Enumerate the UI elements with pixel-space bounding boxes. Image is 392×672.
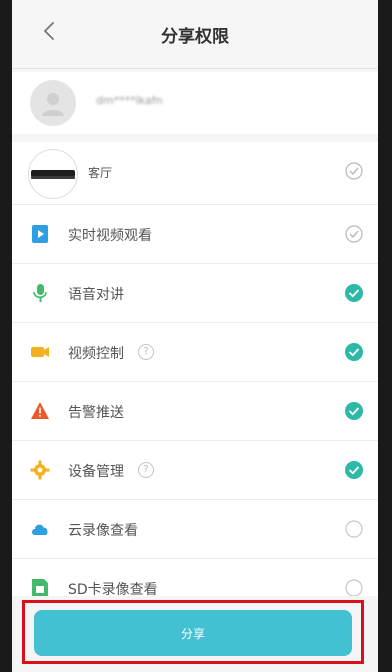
cloud-icon: [30, 519, 50, 539]
permission-checkbox[interactable]: [344, 519, 364, 539]
permission-row-cloud-recording[interactable]: 云录像查看: [12, 500, 378, 559]
permission-row-video-control[interactable]: 视频控制 ?: [12, 323, 378, 382]
gear-icon: [30, 460, 50, 480]
permission-row-device-management[interactable]: 设备管理 ?: [12, 441, 378, 500]
permission-label: 语音对讲: [68, 287, 124, 303]
help-icon[interactable]: ?: [138, 344, 154, 360]
share-button[interactable]: 分享: [34, 610, 352, 656]
header: 分享权限: [12, 0, 378, 69]
shared-account-row: dm****lkafn: [12, 72, 378, 134]
permission-checkbox[interactable]: [344, 401, 364, 421]
permission-label: 设备管理: [68, 464, 124, 480]
sd-card-icon: [30, 578, 50, 598]
page-title: 分享权限: [161, 27, 229, 47]
device-label: 客厅: [88, 166, 113, 180]
permission-row-intercom[interactable]: 语音对讲: [12, 264, 378, 323]
alarm-icon: [30, 401, 50, 421]
camera-device-icon: [28, 149, 78, 199]
permission-label: 云录像查看: [68, 523, 138, 539]
microphone-icon: [30, 283, 50, 303]
account-name: dm****lkafn: [96, 94, 163, 107]
device-row[interactable]: 客厅: [12, 142, 378, 205]
permission-checkbox[interactable]: [344, 460, 364, 480]
permission-checkbox[interactable]: [344, 578, 364, 598]
permission-checkbox[interactable]: [344, 283, 364, 303]
permission-label: 告警推送: [68, 405, 124, 421]
video-file-icon: [30, 224, 50, 244]
avatar: [30, 80, 76, 126]
permission-label: 实时视频观看: [68, 228, 152, 244]
permission-row-alarm-push[interactable]: 告警推送: [12, 382, 378, 441]
permission-list: 客厅 实时视频观看 语音对讲 视频控制 ? 告警推送 设备管理 ? 云录像查看 …: [12, 142, 378, 618]
camera-icon: [30, 342, 50, 362]
footer: 分享: [12, 596, 378, 672]
permission-row-live-view[interactable]: 实时视频观看: [12, 205, 378, 264]
help-icon[interactable]: ?: [138, 462, 154, 478]
permission-checkbox[interactable]: [344, 342, 364, 362]
share-permission-screen: 分享权限 dm****lkafn 客厅 实时视频观看 语音对讲 视频控制 ? 告…: [12, 0, 378, 672]
permission-checkbox[interactable]: [344, 224, 364, 244]
permission-label: 视频控制: [68, 346, 124, 362]
device-checkbox[interactable]: [344, 161, 364, 181]
